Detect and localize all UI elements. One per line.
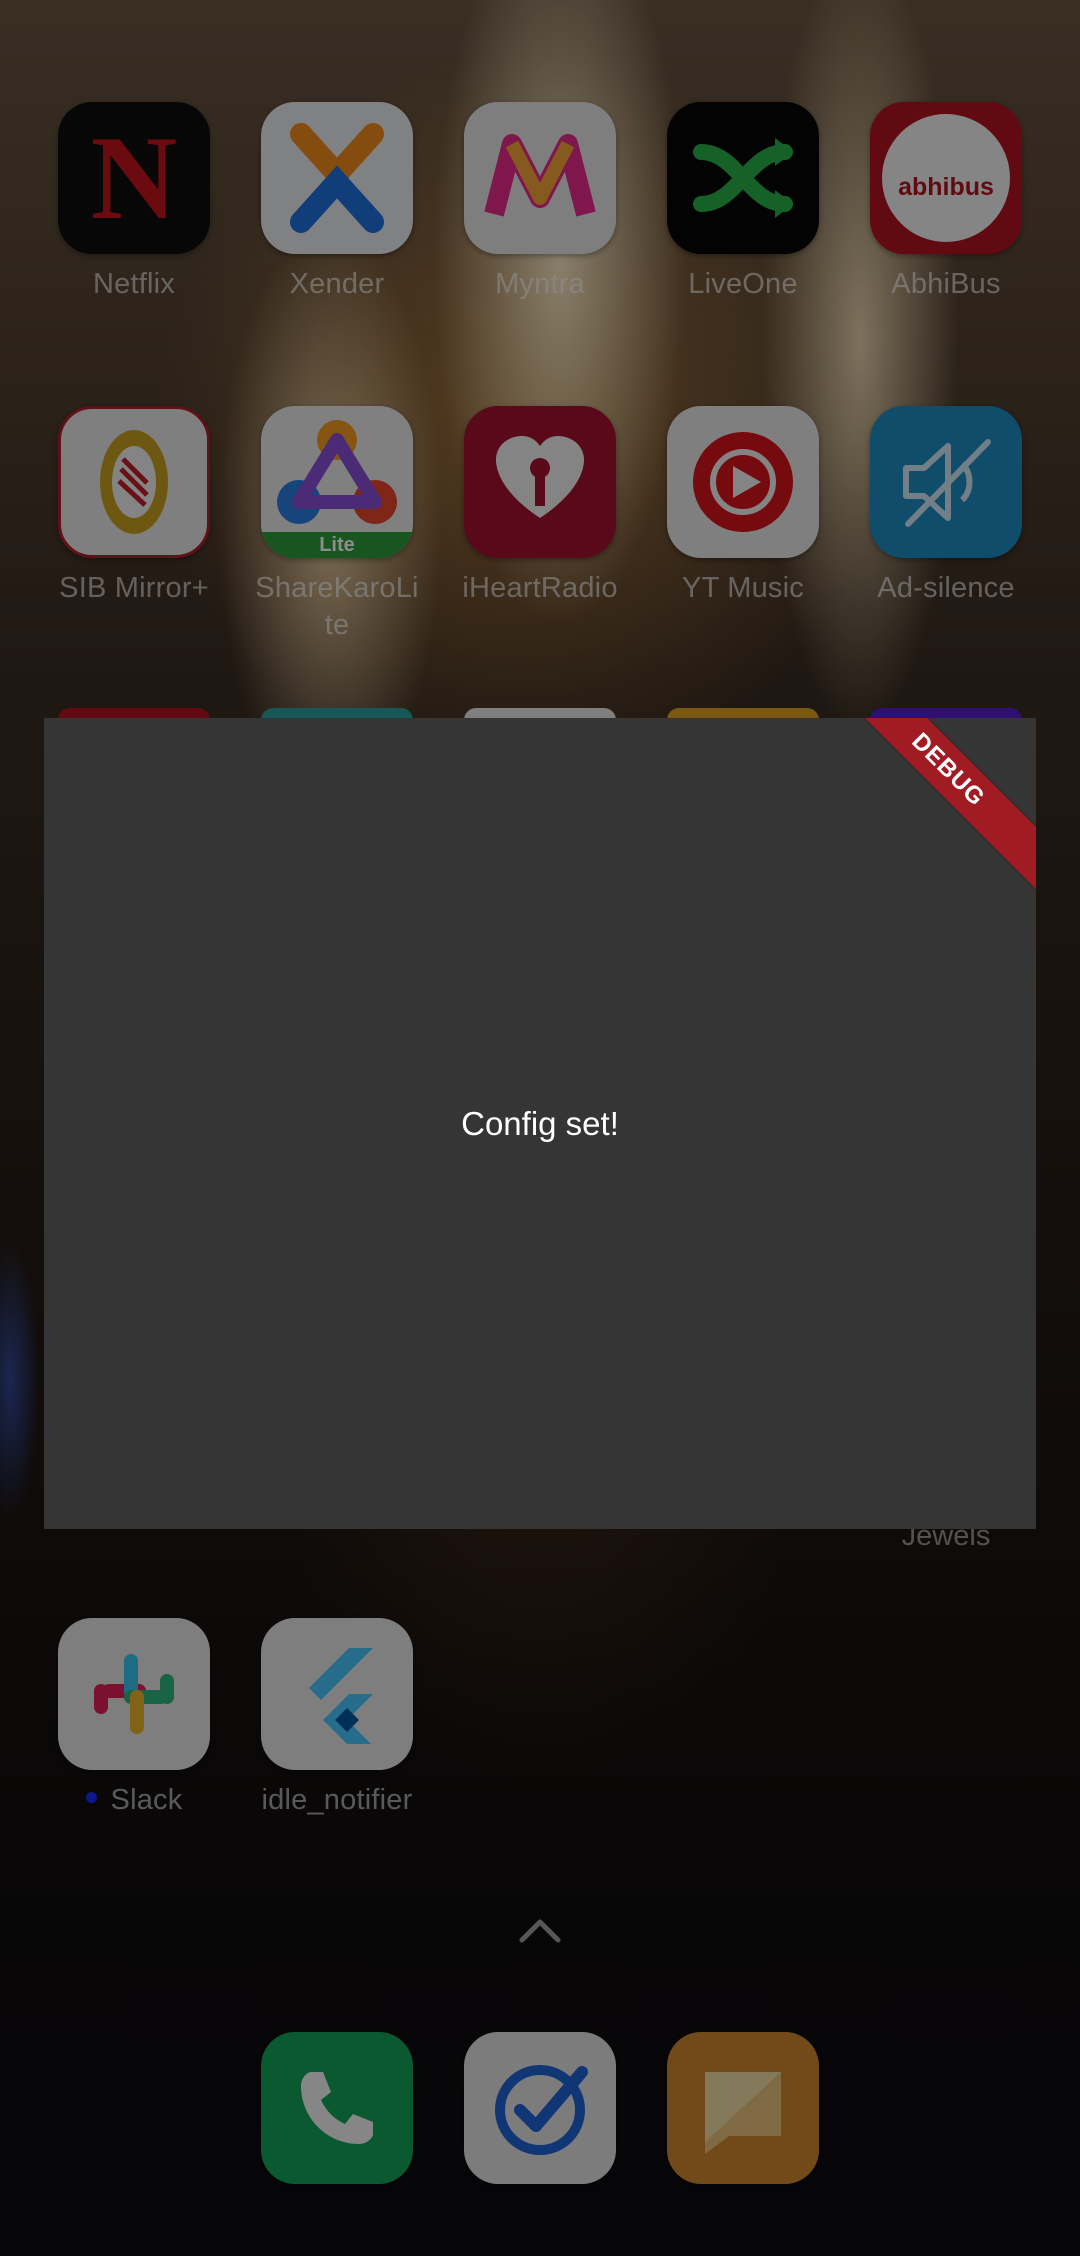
- debug-banner: DEBUG: [826, 718, 1036, 892]
- config-dialog[interactable]: DEBUG Config set!: [44, 718, 1036, 1529]
- dialog-message: Config set!: [461, 1105, 619, 1142]
